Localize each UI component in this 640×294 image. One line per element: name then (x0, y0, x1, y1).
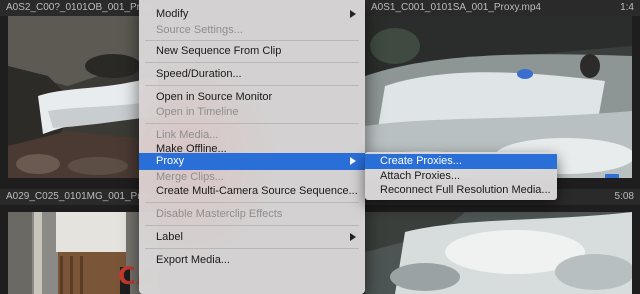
clip-thumbnail-bottom-right[interactable] (365, 212, 632, 294)
submenu-item-label: Attach Proxies... (380, 170, 461, 182)
menu-separator (145, 62, 359, 63)
menu-separator (145, 123, 359, 124)
menu-item-export-media[interactable]: Export Media... (139, 251, 365, 269)
menu-item-label: Source Settings... (156, 24, 243, 36)
submenu-arrow-icon (350, 10, 356, 18)
menu-separator (145, 40, 359, 41)
clip-name-top-left: A0S2_C00?_0101OB_001_Proxy (0, 0, 150, 16)
submenu-arrow-icon (350, 157, 356, 165)
menu-item-label: Open in Timeline (156, 106, 239, 118)
menu-item-label: Create Multi-Camera Source Sequence... (156, 185, 358, 197)
menu-item-speed-duration[interactable]: Speed/Duration... (139, 65, 365, 83)
clip-name-top-right: A0S1_C001_0101SA_001_Proxy.mp4 1:4 (365, 0, 640, 16)
submenu-item-reconnect-full-resolution-media[interactable]: Reconnect Full Resolution Media... (365, 183, 557, 198)
menu-item-new-sequence-from-clip[interactable]: New Sequence From Clip (139, 42, 365, 60)
clip-thumbnail-bottom-left[interactable]: CARREC (8, 212, 158, 294)
clip-thumbnail-top-left[interactable] (8, 16, 158, 178)
menu-item-create-multi-camera-source-sequence[interactable]: Create Multi-Camera Source Sequence... (139, 182, 365, 200)
menu-item-label: Export Media... (156, 254, 230, 266)
menu-item-disable-masterclip-effects: Disable Masterclip Effects (139, 205, 365, 223)
menu-item-source-settings: Source Settings... (139, 21, 365, 39)
submenu-item-label: Reconnect Full Resolution Media... (380, 184, 551, 196)
clip-context-menu: Modify Source Settings... New Sequence F… (139, 0, 365, 294)
proxy-badge-icon (605, 174, 619, 178)
menu-separator (145, 225, 359, 226)
menu-separator (145, 85, 359, 86)
submenu-item-label: Create Proxies... (380, 155, 462, 167)
menu-item-label: Proxy (156, 155, 185, 167)
submenu-arrow-icon (350, 233, 356, 241)
clip-duration-mid-right: 5:08 (614, 191, 634, 202)
submenu-item-create-proxies[interactable]: Create Proxies... (365, 154, 557, 169)
proxy-submenu: Create Proxies... Attach Proxies... Reco… (365, 152, 557, 200)
menu-item-label: Label (156, 231, 183, 243)
menu-item-label: New Sequence From Clip (156, 45, 282, 57)
menu-separator (145, 248, 359, 249)
submenu-item-attach-proxies[interactable]: Attach Proxies... (365, 169, 557, 184)
menu-item-label: Disable Masterclip Effects (156, 208, 283, 220)
menu-item-label: Modify (156, 8, 189, 20)
menu-item-label-submenu[interactable]: Label (139, 228, 365, 246)
menu-separator (145, 202, 359, 203)
clip-duration-top-right: 1:4 (620, 2, 634, 13)
menu-item-label: Open in Source Monitor (156, 91, 273, 103)
menu-item-label: Speed/Duration... (156, 68, 242, 80)
clip-name-mid-left: A029_C025_0101MG_001_Proxy.mp4 (0, 189, 150, 205)
menu-item-open-in-timeline: Open in Timeline (139, 103, 365, 121)
